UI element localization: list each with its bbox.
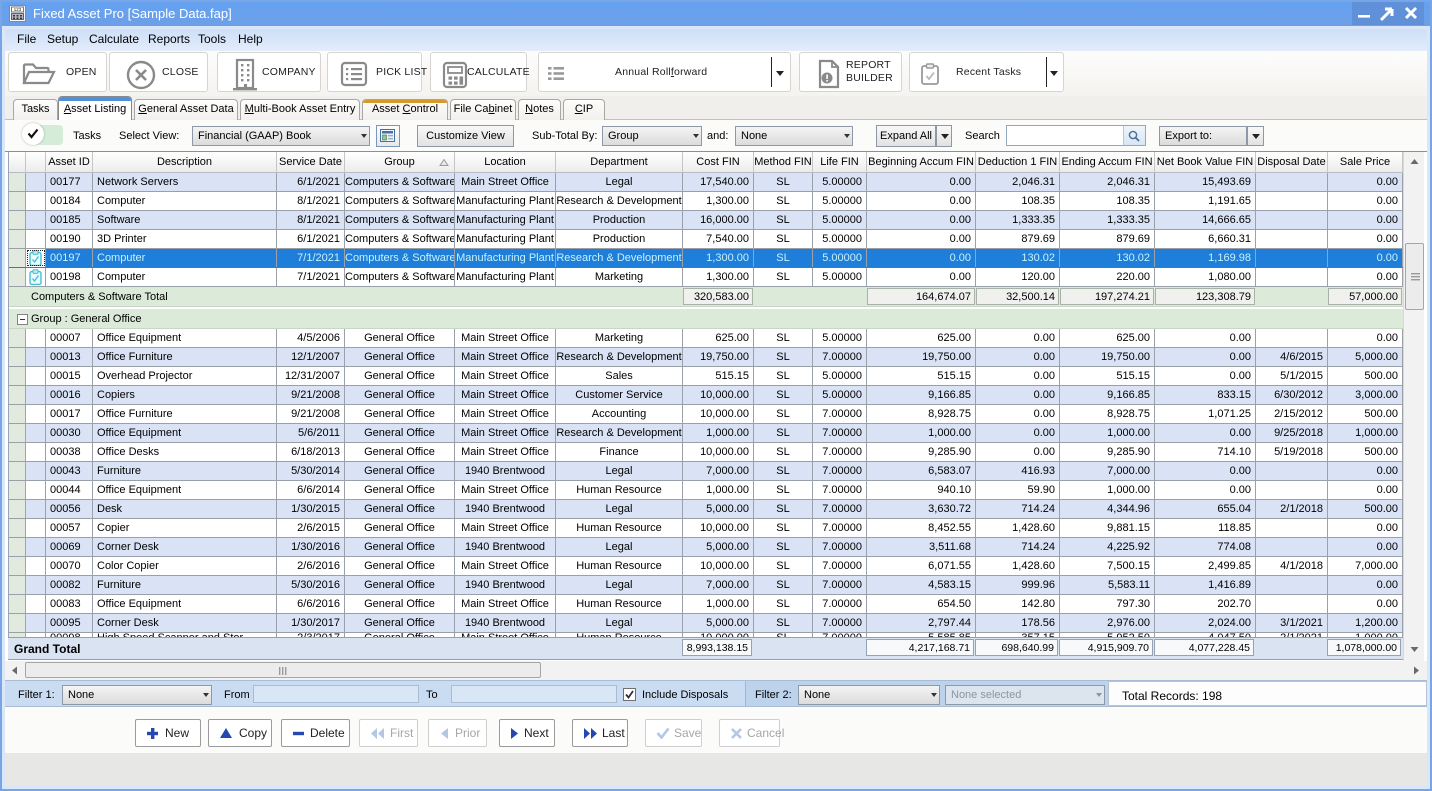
svg-text:123: 123 (14, 7, 22, 12)
